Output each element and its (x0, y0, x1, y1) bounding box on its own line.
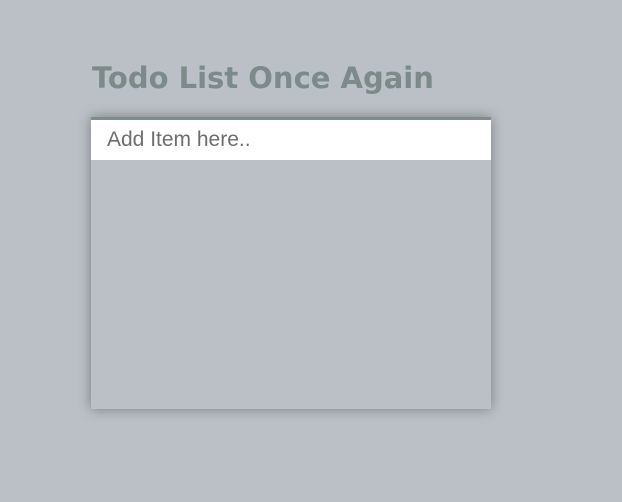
page-title: Todo List Once Again (92, 61, 434, 95)
todo-panel (91, 117, 491, 409)
add-item-input[interactable] (91, 120, 491, 160)
